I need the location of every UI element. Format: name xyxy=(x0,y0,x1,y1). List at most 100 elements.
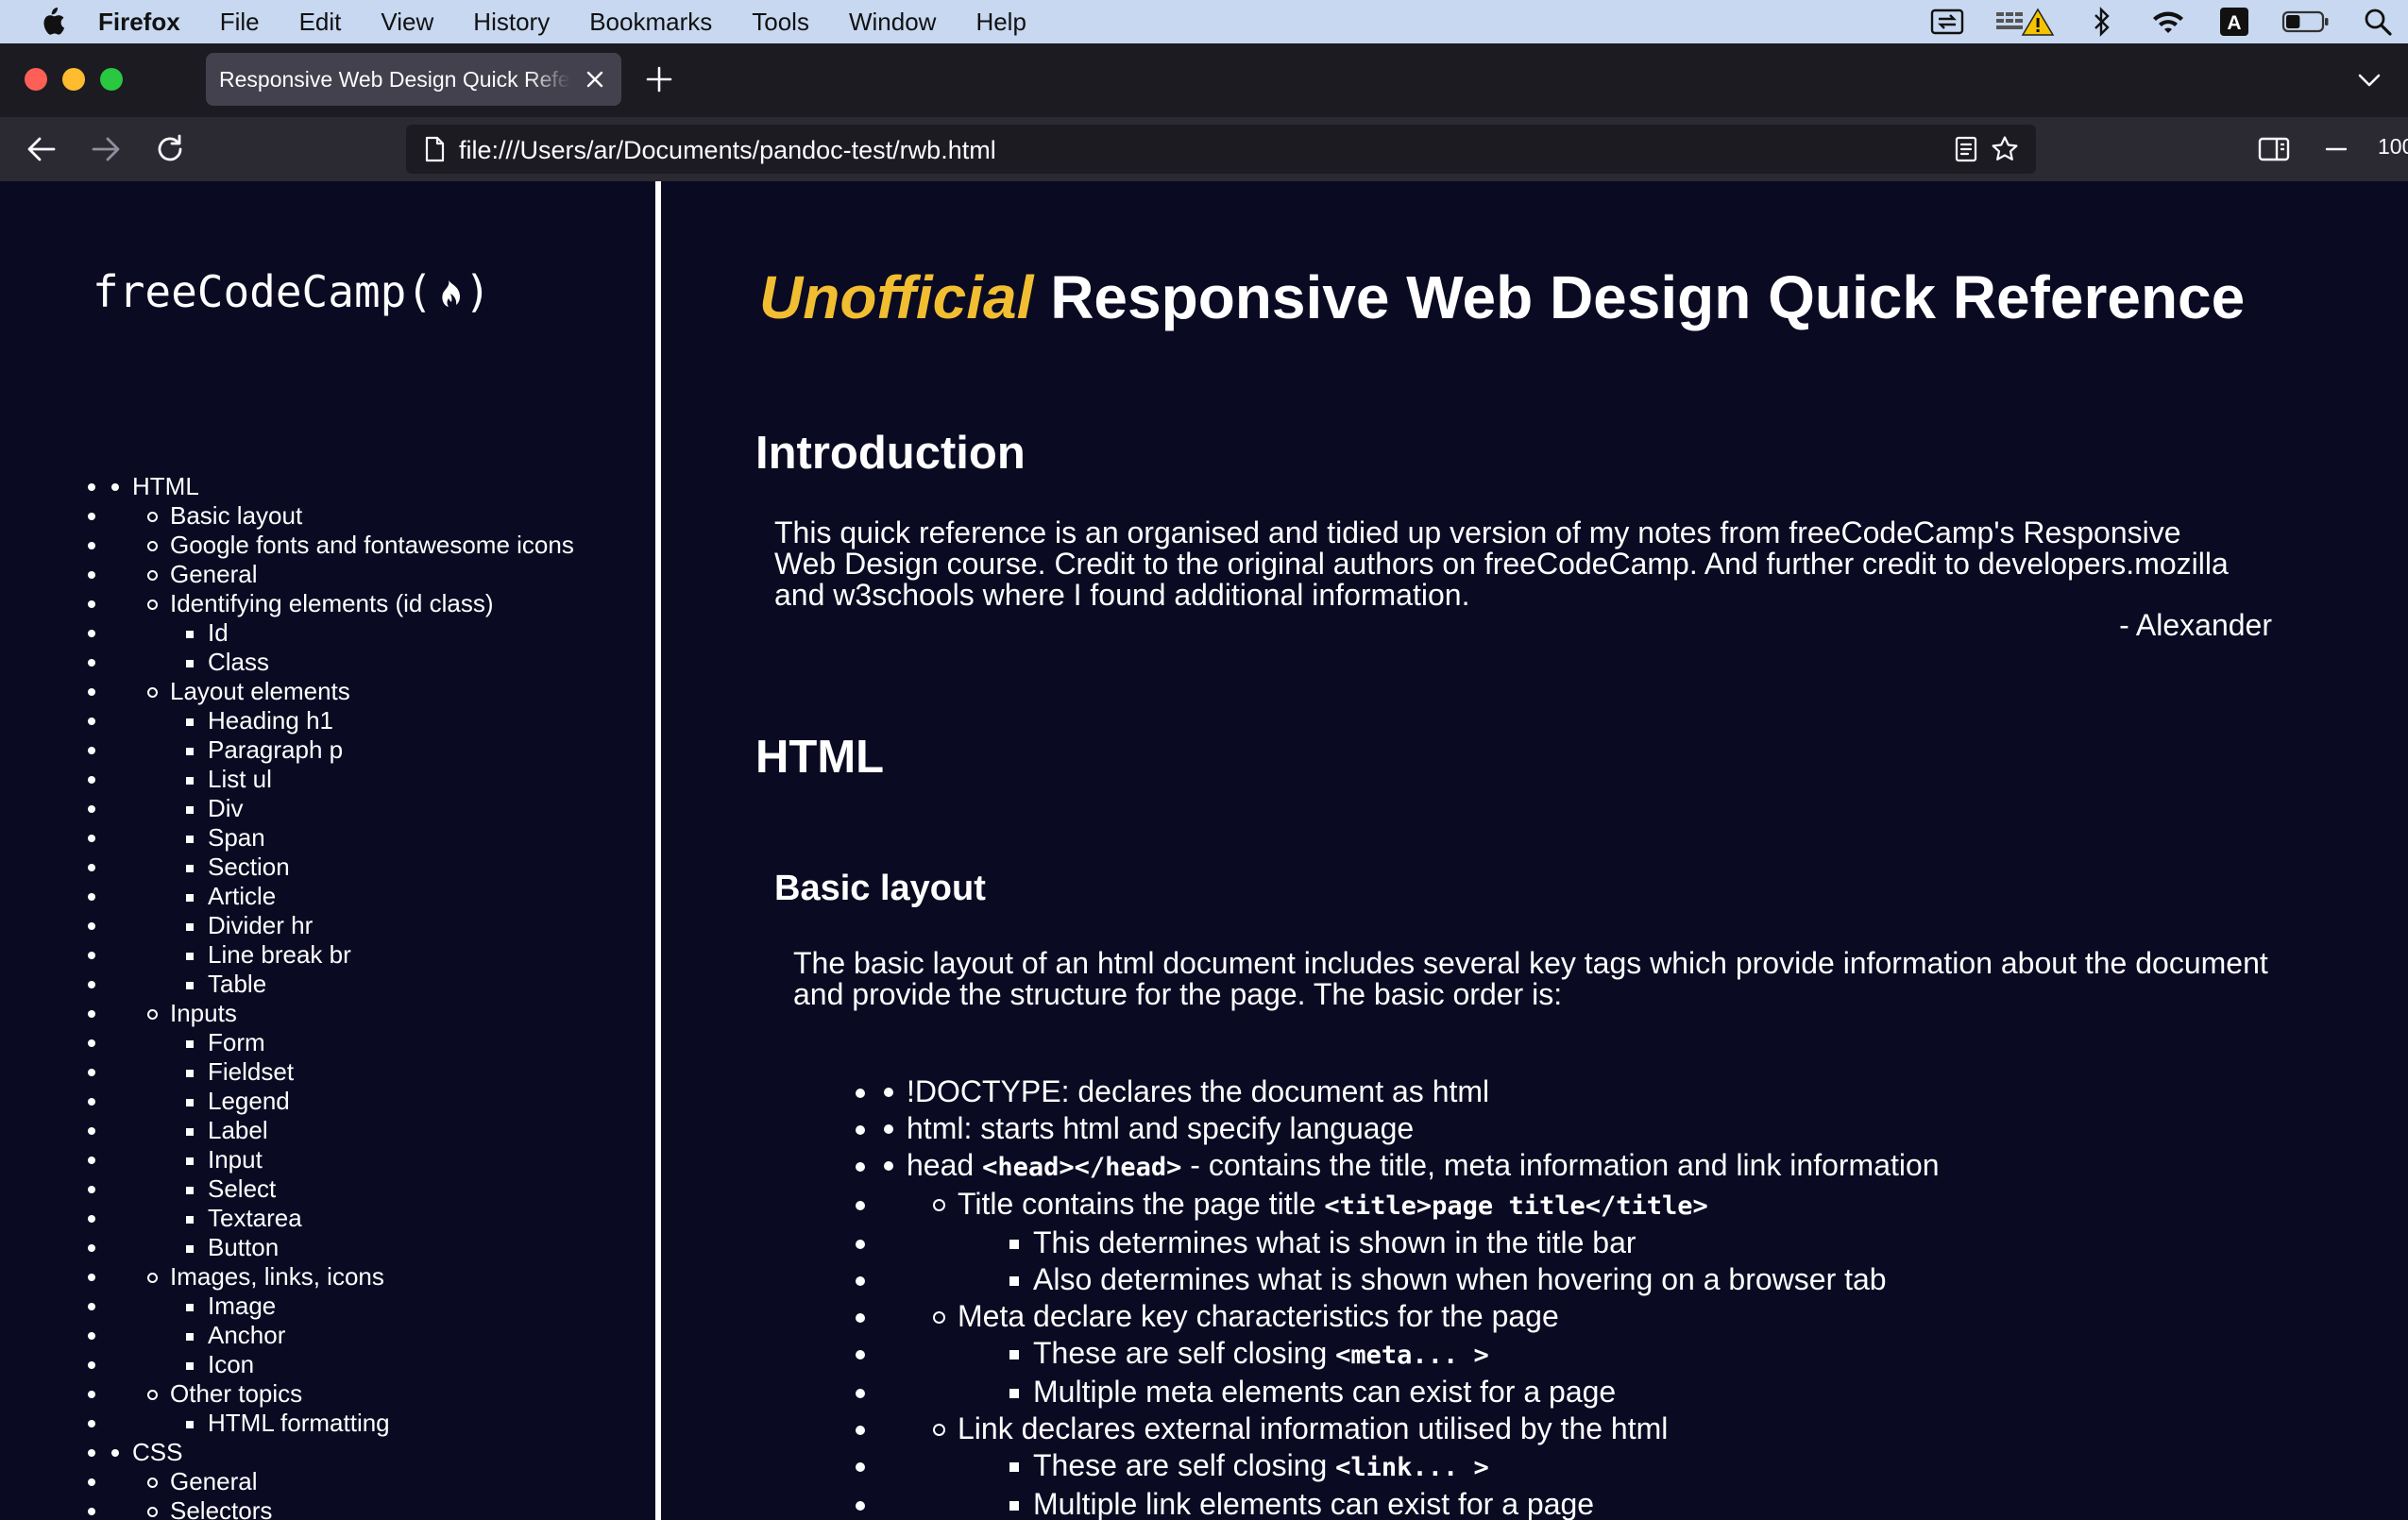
menu-view[interactable]: View xyxy=(381,8,433,37)
toc-item[interactable]: Fieldset xyxy=(110,1057,655,1087)
toc-item-label[interactable]: Identifying elements (id class) xyxy=(170,589,493,617)
toc-item[interactable]: Basic layout xyxy=(110,501,655,531)
toc-item-label[interactable]: Input xyxy=(208,1145,263,1174)
tab-active[interactable]: Responsive Web Design Quick Reference xyxy=(206,53,621,106)
toc-item-label[interactable]: Divider hr xyxy=(208,911,313,939)
bookmark-star-icon[interactable] xyxy=(1991,135,2019,163)
menu-firefox[interactable]: Firefox xyxy=(98,8,180,37)
back-icon[interactable] xyxy=(23,130,60,168)
toc-item-label[interactable]: Article xyxy=(208,882,276,910)
reload-icon[interactable] xyxy=(151,130,189,168)
zoom-level[interactable]: 100 xyxy=(2378,134,2408,160)
input-source-icon[interactable]: A xyxy=(2215,6,2253,38)
keyboard-warning-icon[interactable] xyxy=(1994,6,2055,38)
toc-item[interactable]: Paragraph p xyxy=(110,735,655,765)
toc-item-label[interactable]: Google fonts and fontawesome icons xyxy=(170,531,574,559)
screen-mirror-icon[interactable] xyxy=(1928,6,1966,38)
toc-item[interactable]: Select xyxy=(110,1174,655,1204)
spotlight-icon[interactable] xyxy=(2359,6,2397,38)
bluetooth-icon[interactable] xyxy=(2083,6,2121,38)
toc-item-label[interactable]: Textarea xyxy=(208,1204,302,1232)
toc-item[interactable]: Divider hr xyxy=(110,911,655,940)
toc-item[interactable]: Layout elements xyxy=(110,677,655,706)
toc-item-label[interactable]: Button xyxy=(208,1233,279,1261)
toc-item[interactable]: Input xyxy=(110,1145,655,1174)
toc-item[interactable]: Anchor xyxy=(110,1321,655,1350)
toc-item-label[interactable]: Images, links, icons xyxy=(170,1262,384,1291)
toc-item[interactable]: Images, links, icons xyxy=(110,1262,655,1292)
toc-item[interactable]: Image xyxy=(110,1292,655,1321)
toc-item[interactable]: Line break br xyxy=(110,940,655,970)
toc-item[interactable]: General xyxy=(110,1467,655,1496)
tab-list-icon[interactable] xyxy=(2355,66,2383,94)
menu-file[interactable]: File xyxy=(220,8,260,37)
zoom-out-icon[interactable] xyxy=(2317,130,2355,168)
menu-edit[interactable]: Edit xyxy=(299,8,342,37)
toc-item-label[interactable]: Heading h1 xyxy=(208,706,333,735)
toc-item-label[interactable]: Layout elements xyxy=(170,677,350,705)
reader-view-icon[interactable] xyxy=(1953,136,1979,162)
toc-item[interactable]: Article xyxy=(110,882,655,911)
toc-item[interactable]: Label xyxy=(110,1116,655,1145)
toc-item-label[interactable]: Line break br xyxy=(208,940,351,969)
toc-item-label[interactable]: List ul xyxy=(208,765,272,793)
toc-item[interactable]: Inputs xyxy=(110,999,655,1028)
toc-item-label[interactable]: Icon xyxy=(208,1350,254,1378)
toc-item[interactable]: Identifying elements (id class) xyxy=(110,589,655,618)
minimize-window-button[interactable] xyxy=(62,68,85,91)
address-bar[interactable]: file:///Users/ar/Documents/pandoc-test/r… xyxy=(406,125,2036,174)
toc-item-label[interactable]: General xyxy=(170,1467,258,1495)
menu-window[interactable]: Window xyxy=(849,8,936,37)
toc-item[interactable]: Legend xyxy=(110,1087,655,1116)
toc-item[interactable]: HTML xyxy=(110,472,655,501)
forward-icon[interactable] xyxy=(87,130,125,168)
toc-item[interactable]: Table xyxy=(110,970,655,999)
toc-item[interactable]: Id xyxy=(110,618,655,648)
toc-item-label[interactable]: Basic layout xyxy=(170,501,302,530)
apple-icon[interactable] xyxy=(34,6,70,38)
wifi-icon[interactable] xyxy=(2149,6,2187,38)
toc-item[interactable]: List ul xyxy=(110,765,655,794)
toc-item[interactable]: General xyxy=(110,560,655,589)
toc-item-label[interactable]: Section xyxy=(208,853,290,881)
toc-item-label[interactable]: Label xyxy=(208,1116,268,1144)
menu-bookmarks[interactable]: Bookmarks xyxy=(589,8,712,37)
toc-item[interactable]: Section xyxy=(110,853,655,882)
toc-item[interactable]: Div xyxy=(110,794,655,823)
toc-item-label[interactable]: Selectors xyxy=(170,1496,272,1520)
toc-item-label[interactable]: HTML formatting xyxy=(208,1409,390,1437)
toc-item-label[interactable]: Select xyxy=(208,1174,276,1203)
toc-item[interactable]: CSS xyxy=(110,1438,655,1467)
toc-item[interactable]: Icon xyxy=(110,1350,655,1379)
toc-item-label[interactable]: Image xyxy=(208,1292,276,1320)
toc-item[interactable]: Textarea xyxy=(110,1204,655,1233)
menu-help[interactable]: Help xyxy=(975,8,1026,37)
toc-item[interactable]: Span xyxy=(110,823,655,853)
toc-item[interactable]: Button xyxy=(110,1233,655,1262)
toc-item-label[interactable]: Legend xyxy=(208,1087,290,1115)
toc-item-label[interactable]: Inputs xyxy=(170,999,237,1027)
toc-item[interactable]: Form xyxy=(110,1028,655,1057)
toc-item-label[interactable]: Form xyxy=(208,1028,265,1056)
toc-item-label[interactable]: HTML xyxy=(132,472,199,500)
toc-item[interactable]: HTML formatting xyxy=(110,1409,655,1438)
toc-item[interactable]: Selectors xyxy=(110,1496,655,1520)
toc-item-label[interactable]: Paragraph p xyxy=(208,735,343,764)
toc-item-label[interactable]: Anchor xyxy=(208,1321,285,1349)
toc-item[interactable]: Class xyxy=(110,648,655,677)
toc-item-label[interactable]: Fieldset xyxy=(208,1057,294,1086)
toc-item-label[interactable]: CSS xyxy=(132,1438,182,1466)
zoom-window-button[interactable] xyxy=(100,68,123,91)
toc-item[interactable]: Other topics xyxy=(110,1379,655,1409)
toc-item[interactable]: Google fonts and fontawesome icons xyxy=(110,531,655,560)
toc-item-label[interactable]: General xyxy=(170,560,258,588)
freecodecamp-logo[interactable]: freeCodeCamp( ) xyxy=(93,266,491,317)
toc-item-label[interactable]: Table xyxy=(208,970,266,998)
toc-item-label[interactable]: Div xyxy=(208,794,244,822)
sidebar-icon[interactable] xyxy=(2255,130,2293,168)
toc-item-label[interactable]: Id xyxy=(208,618,229,647)
url-text[interactable]: file:///Users/ar/Documents/pandoc-test/r… xyxy=(459,136,996,165)
close-window-button[interactable] xyxy=(25,68,47,91)
toc-item-label[interactable]: Class xyxy=(208,648,269,676)
toc-item-label[interactable]: Other topics xyxy=(170,1379,302,1408)
